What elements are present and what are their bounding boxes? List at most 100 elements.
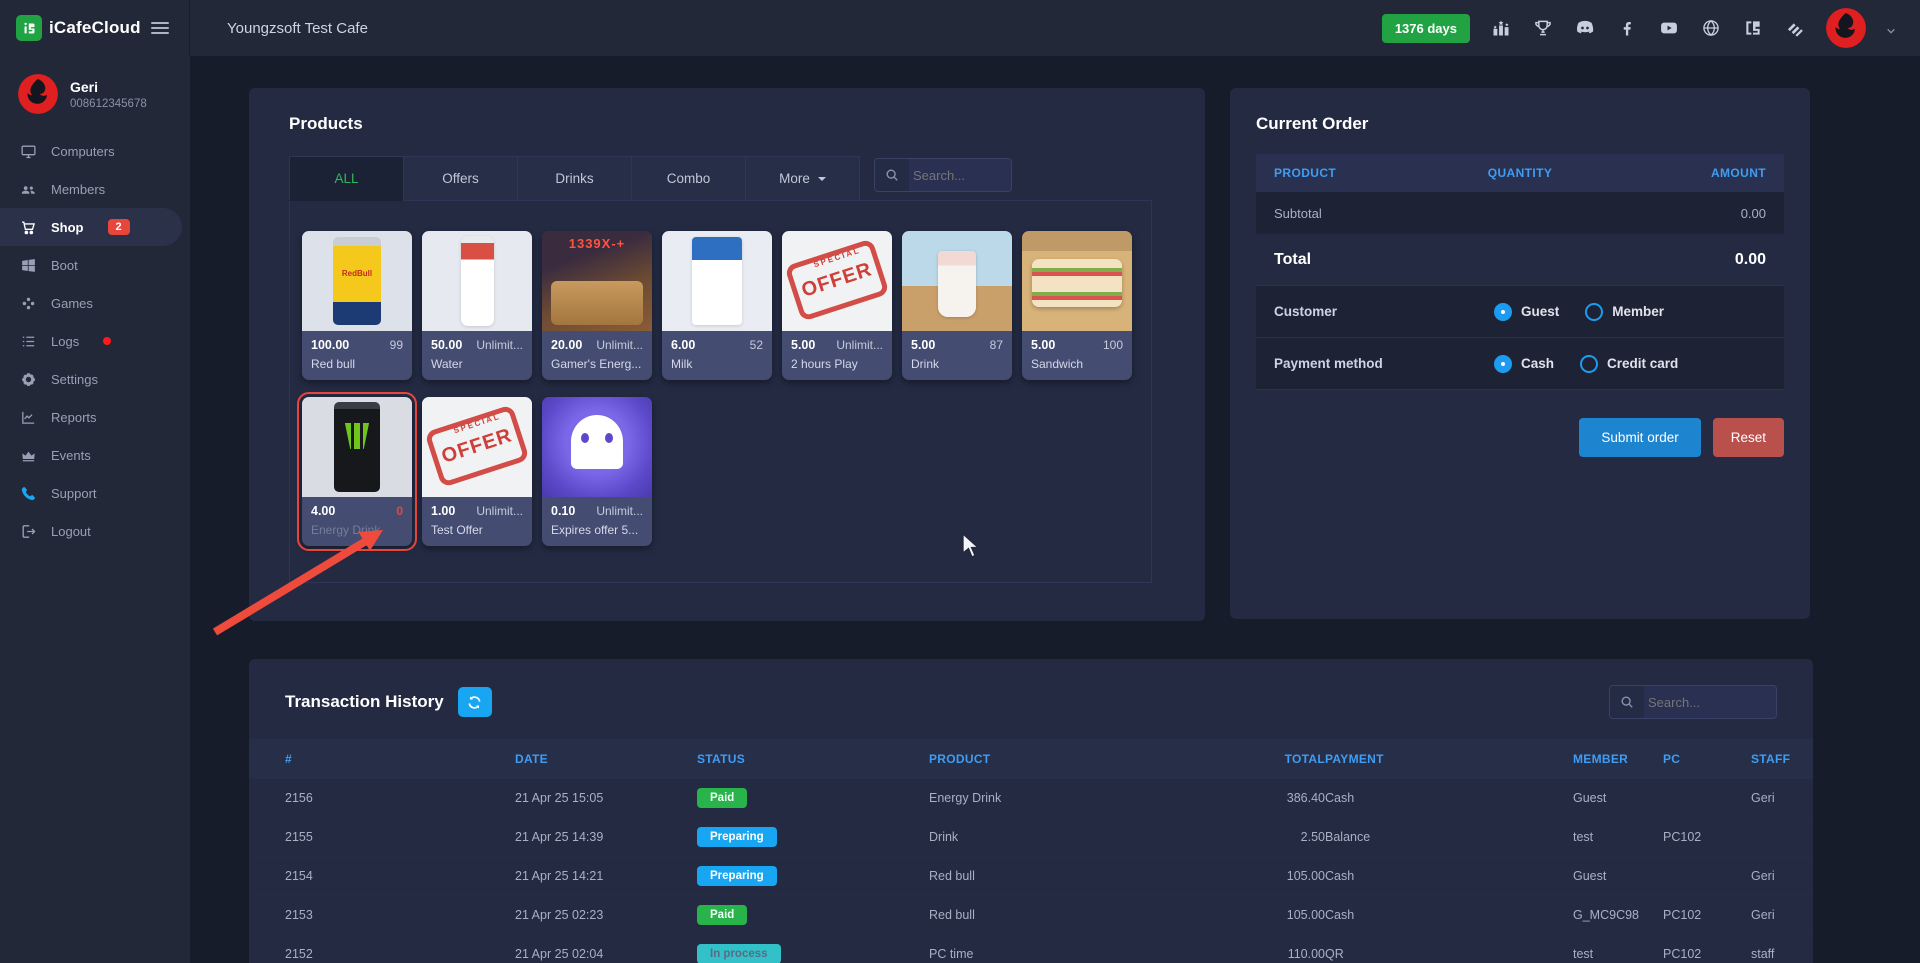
sidebar-item-logs[interactable]: Logs xyxy=(0,322,190,360)
user-avatar[interactable] xyxy=(1826,8,1866,48)
refresh-button[interactable] xyxy=(458,687,492,717)
radio-selected[interactable] xyxy=(1494,303,1512,321)
search-icon xyxy=(875,159,909,191)
transaction-history-title: Transaction History xyxy=(285,692,444,712)
facebook-icon[interactable] xyxy=(1616,17,1638,39)
submit-order-button[interactable]: Submit order xyxy=(1579,418,1700,457)
layers-icon[interactable] xyxy=(1784,17,1806,39)
tab-label: More xyxy=(779,171,810,186)
customer-option-guest[interactable]: Guest xyxy=(1494,303,1559,321)
product-card[interactable]: 5.00100Sandwich xyxy=(1022,231,1132,380)
product-price-row: 5.00Unlimit... xyxy=(791,338,883,352)
product-card[interactable]: 4.000Energy Drink xyxy=(302,397,412,546)
cell-id: 2156 xyxy=(285,791,515,805)
radio-label: Credit card xyxy=(1607,356,1678,371)
products-panel: Products ALLOffersDrinksComboMore RedBul… xyxy=(249,88,1205,621)
product-card[interactable]: 1339X-+20.00Unlimit...Gamer's Energ... xyxy=(542,231,652,380)
hamburger-menu-icon[interactable] xyxy=(147,18,173,38)
cell-id: 2155 xyxy=(285,830,515,844)
product-art-shape xyxy=(1032,259,1122,307)
order-total-row: Total 0.00 xyxy=(1256,234,1784,286)
product-stock: Unlimit... xyxy=(476,504,523,518)
product-price: 5.00 xyxy=(911,338,935,352)
sidebar-item-games[interactable]: Games xyxy=(0,284,190,322)
globe-icon[interactable] xyxy=(1700,17,1722,39)
table-row: 215221 Apr 25 02:04In processPC time110.… xyxy=(249,935,1813,963)
product-name: Milk xyxy=(671,357,763,371)
product-card-footer: 100.0099Red bull xyxy=(302,331,412,380)
sidebar-item-reports[interactable]: Reports xyxy=(0,398,190,436)
product-image: 1339X-+ xyxy=(542,231,652,331)
product-price: 5.00 xyxy=(791,338,815,352)
sidebar-item-logout[interactable]: Logout xyxy=(0,512,190,550)
product-image: SPECIALOFFER xyxy=(422,397,532,497)
cell-payment: Balance xyxy=(1325,830,1573,844)
payment-option-cash[interactable]: Cash xyxy=(1494,355,1554,373)
sidebar-item-members[interactable]: Members xyxy=(0,170,190,208)
product-card[interactable]: SPECIALOFFER5.00Unlimit...2 hours Play xyxy=(782,231,892,380)
product-name: Water xyxy=(431,357,523,371)
product-stock: 99 xyxy=(390,338,403,352)
discord-icon[interactable] xyxy=(1574,17,1596,39)
radio-selected[interactable] xyxy=(1494,355,1512,373)
tab-label: Offers xyxy=(442,171,479,186)
radio-unselected[interactable] xyxy=(1585,303,1603,321)
product-card-footer: 20.00Unlimit...Gamer's Energ... xyxy=(542,331,652,380)
product-art-shape xyxy=(424,404,530,488)
product-name: Expires offer 5... xyxy=(551,523,643,537)
sidebar-item-events[interactable]: Events xyxy=(0,436,190,474)
tab-combo[interactable]: Combo xyxy=(631,156,746,201)
top-bar-brand-zone: iCafeCloud xyxy=(0,0,190,56)
column-header-pc: PC xyxy=(1663,752,1751,766)
payment-method-row: Payment method CashCredit card xyxy=(1256,338,1784,390)
payment-option-credit-card[interactable]: Credit card xyxy=(1580,355,1678,373)
status-badge: Preparing xyxy=(697,866,777,886)
customer-option-member[interactable]: Member xyxy=(1585,303,1664,321)
sidebar-item-label: Logs xyxy=(51,334,79,349)
status-badge: In process xyxy=(697,944,781,963)
product-price: 50.00 xyxy=(431,338,462,352)
product-price-row: 1.00Unlimit... xyxy=(431,504,523,518)
product-card[interactable]: 6.0052Milk xyxy=(662,231,772,380)
subscription-days-badge[interactable]: 1376 days xyxy=(1382,14,1470,43)
cell-staff: Geri xyxy=(1751,791,1777,805)
trophy-icon[interactable] xyxy=(1532,17,1554,39)
tab-drinks[interactable]: Drinks xyxy=(517,156,632,201)
chevron-down-icon[interactable] xyxy=(1886,23,1896,33)
product-art-shape xyxy=(571,415,624,469)
tab-offers[interactable]: Offers xyxy=(403,156,518,201)
youtube-icon[interactable] xyxy=(1658,17,1680,39)
sidebar-item-settings[interactable]: Settings xyxy=(0,360,190,398)
status-badge: Paid xyxy=(697,788,747,808)
reset-button[interactable]: Reset xyxy=(1713,418,1784,457)
radio-unselected[interactable] xyxy=(1580,355,1598,373)
support-icon xyxy=(20,485,37,502)
ranking-icon[interactable] xyxy=(1490,17,1512,39)
product-card[interactable]: 50.00Unlimit...Water xyxy=(422,231,532,380)
product-card[interactable]: RedBull100.0099Red bull xyxy=(302,231,412,380)
product-art-shape xyxy=(461,236,494,326)
sidebar-item-label: Logout xyxy=(51,524,91,539)
cell-total: 105.00 xyxy=(1247,908,1325,922)
icafecloud-icon[interactable] xyxy=(1742,17,1764,39)
product-image xyxy=(662,231,772,331)
app-logo[interactable]: iCafeCloud xyxy=(16,15,141,41)
tab-all[interactable]: ALL xyxy=(289,156,404,201)
products-search-input[interactable] xyxy=(909,168,1011,183)
sidebar-item-boot[interactable]: Boot xyxy=(0,246,190,284)
product-card-footer: 50.00Unlimit...Water xyxy=(422,331,532,380)
settings-icon xyxy=(20,371,37,388)
cell-status: Paid xyxy=(697,788,929,808)
product-tabs: ALL Offers DrinksCombo More xyxy=(289,156,860,201)
sidebar-item-shop[interactable]: Shop2 xyxy=(0,208,182,246)
product-card[interactable]: 0.10Unlimit...Expires offer 5... xyxy=(542,397,652,546)
tab-more[interactable]: More xyxy=(745,156,860,201)
cell-total: 105.00 xyxy=(1247,869,1325,883)
transactions-search-input[interactable] xyxy=(1644,695,1776,710)
sidebar-item-computers[interactable]: Computers xyxy=(0,132,190,170)
product-card[interactable]: 5.0087Drink xyxy=(902,231,1012,380)
product-image xyxy=(422,231,532,331)
sidebar-item-support[interactable]: Support xyxy=(0,474,190,512)
product-card[interactable]: SPECIALOFFER1.00Unlimit...Test Offer xyxy=(422,397,532,546)
events-icon xyxy=(20,447,37,464)
